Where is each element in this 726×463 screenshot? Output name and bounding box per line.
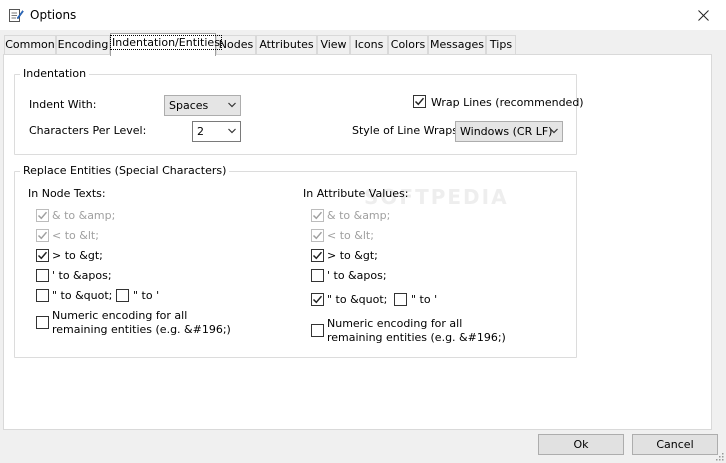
chars-per-level-label: Characters Per Level: xyxy=(29,124,147,137)
checkmark-icon xyxy=(37,211,48,220)
tab-view[interactable]: View xyxy=(317,35,350,55)
checkmark-icon xyxy=(37,251,48,260)
chars-per-level-select[interactable]: 2 xyxy=(192,121,241,142)
checkmark-icon xyxy=(312,251,323,260)
indent-with-value: Spaces xyxy=(169,99,209,112)
tab-encoding[interactable]: Encoding xyxy=(56,35,110,55)
attr-quot-alt-label: " to ' xyxy=(411,293,438,306)
checkmark-icon xyxy=(312,231,323,240)
options-app-icon xyxy=(9,9,24,22)
node-apos-checkbox[interactable] xyxy=(36,269,49,282)
node-quot-label: " to &quot; xyxy=(52,289,113,302)
attr-quot-label: " to &quot; xyxy=(327,293,388,306)
indent-with-select[interactable]: Spaces xyxy=(164,95,241,116)
attr-apos-label: ' to &apos; xyxy=(327,269,387,282)
checkmark-icon xyxy=(37,231,48,240)
attr-numeric-checkbox[interactable] xyxy=(311,324,324,337)
node-apos-label: ' to &apos; xyxy=(52,269,112,282)
node-texts-header: In Node Texts: xyxy=(28,187,106,200)
chars-per-level-value: 2 xyxy=(197,125,204,138)
tab-attributes[interactable]: Attributes xyxy=(256,35,317,55)
attr-gt-label: > to &gt; xyxy=(327,249,378,262)
checkmark-icon xyxy=(312,295,323,304)
attr-quot-checkbox[interactable] xyxy=(311,293,324,306)
attr-lt-checkbox[interactable] xyxy=(311,229,324,242)
tab-tips[interactable]: Tips xyxy=(486,35,516,55)
node-quot-alt-label: " to ' xyxy=(133,289,160,302)
tab-icons[interactable]: Icons xyxy=(350,35,388,55)
node-amp-label: & to &amp; xyxy=(52,209,116,222)
tab-colors[interactable]: Colors xyxy=(388,35,428,55)
chevron-down-icon xyxy=(228,128,236,134)
tab-indentation-entities[interactable]: Indentation/Entities xyxy=(110,33,222,56)
line-wrap-style-value: Windows (CR LF) xyxy=(460,125,553,138)
window-title: Options xyxy=(30,8,77,22)
attr-amp-label: & to &amp; xyxy=(327,209,391,222)
node-numeric-label-line2: remaining entities (e.g. &#196;) xyxy=(52,323,231,336)
wrap-lines-label: Wrap Lines (recommended) xyxy=(431,96,584,109)
attr-values-header: In Attribute Values: xyxy=(303,187,409,200)
ok-button[interactable]: Ok xyxy=(538,434,624,455)
node-lt-label: < to &lt; xyxy=(52,229,99,242)
node-numeric-label-line1: Numeric encoding for all xyxy=(52,309,188,322)
node-quot-checkbox[interactable] xyxy=(36,289,49,302)
line-wrap-style-select[interactable]: Windows (CR LF) xyxy=(455,121,563,142)
indentation-group: Indentation Indent With: Spaces Characte… xyxy=(14,67,584,155)
indentation-group-label: Indentation xyxy=(20,67,90,80)
attr-gt-checkbox[interactable] xyxy=(311,249,324,262)
attr-numeric-label-line2: remaining entities (e.g. &#196;) xyxy=(327,331,506,344)
node-gt-checkbox[interactable] xyxy=(36,249,49,262)
cancel-button[interactable]: Cancel xyxy=(632,434,718,455)
attr-lt-label: < to &lt; xyxy=(327,229,374,242)
attr-amp-checkbox[interactable] xyxy=(311,209,324,222)
line-wrap-style-label: Style of Line Wraps: xyxy=(352,124,462,137)
node-quot-alt-checkbox[interactable] xyxy=(116,289,129,302)
close-button[interactable] xyxy=(680,0,726,31)
title-bar: Options xyxy=(0,0,726,31)
resize-grip-icon[interactable] xyxy=(714,451,724,461)
node-amp-checkbox[interactable] xyxy=(36,209,49,222)
tab-nodes[interactable]: Nodes xyxy=(216,35,256,55)
attr-quot-alt-checkbox[interactable] xyxy=(394,293,407,306)
chevron-down-icon xyxy=(228,102,236,108)
node-numeric-checkbox[interactable] xyxy=(36,316,49,329)
replace-entities-group: Replace Entities (Special Characters) In… xyxy=(14,164,577,358)
checkmark-icon xyxy=(414,97,425,106)
tab-common[interactable]: Common xyxy=(4,35,56,55)
node-lt-checkbox[interactable] xyxy=(36,229,49,242)
checkmark-icon xyxy=(312,211,323,220)
wrap-lines-checkbox[interactable] xyxy=(413,95,426,108)
attr-apos-checkbox[interactable] xyxy=(311,269,324,282)
attr-numeric-label-line1: Numeric encoding for all xyxy=(327,317,463,330)
replace-entities-group-label: Replace Entities (Special Characters) xyxy=(20,164,230,177)
indent-with-label: Indent With: xyxy=(29,98,97,111)
chevron-down-icon xyxy=(550,128,558,134)
node-gt-label: > to &gt; xyxy=(52,249,103,262)
tab-panel: Indentation Indent With: Spaces Characte… xyxy=(3,54,712,430)
close-icon xyxy=(697,10,709,21)
tab-messages[interactable]: Messages xyxy=(428,35,486,55)
